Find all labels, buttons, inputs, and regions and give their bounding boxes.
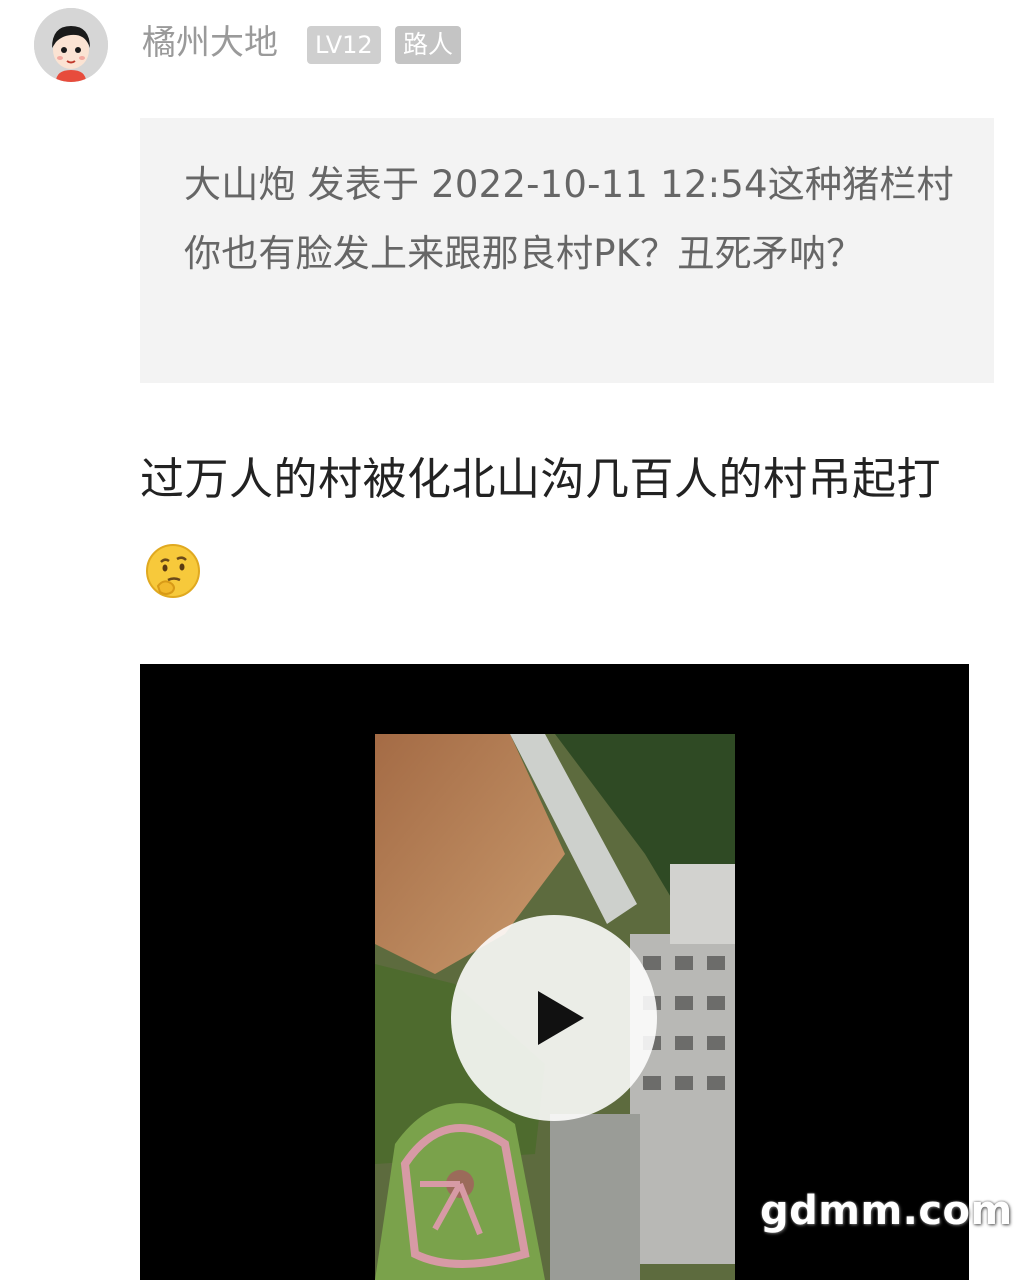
quote-block: 大山炮 发表于 2022-10-11 12:54这种猪栏村你也有脸发上来跟那良村… (140, 118, 994, 383)
post-body: 过万人的村被化北山沟几百人的村吊起打 (140, 432, 970, 624)
username[interactable]: 橘州大地 (142, 18, 278, 68)
avatar[interactable] (34, 8, 108, 82)
role-badge: 路人 (395, 26, 462, 64)
play-icon (538, 991, 584, 1045)
post-text: 过万人的村被化北山沟几百人的村吊起打 (140, 454, 941, 505)
watermark: gdmm.com (760, 1188, 1013, 1234)
quote-text: 大山炮 发表于 2022-10-11 12:54这种猪栏村你也有脸发上来跟那良村… (184, 163, 954, 275)
play-button[interactable] (451, 915, 657, 1121)
avatar-cartoon-icon (34, 8, 108, 82)
level-badge: LV12 (307, 26, 381, 64)
thinking-face-icon (144, 538, 202, 598)
